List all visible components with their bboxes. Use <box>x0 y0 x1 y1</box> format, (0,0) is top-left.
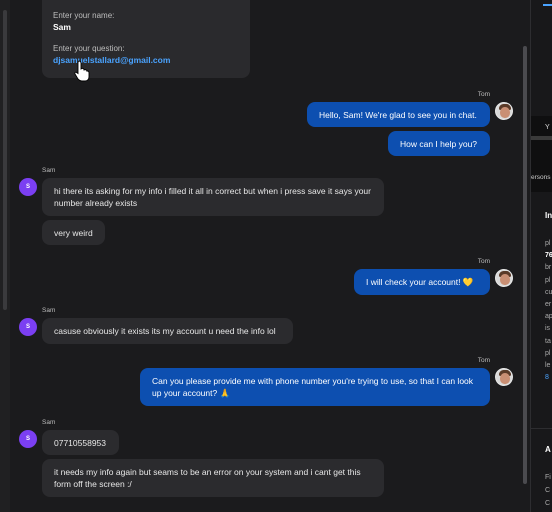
sender-name: Sam <box>42 167 56 174</box>
side-text-fragments: pl 76 br pl cu er ap is ta pl le 8 <box>545 240 552 382</box>
left-scrollbar-thumb[interactable] <box>3 10 7 310</box>
user-message-bubble: very weird <box>42 220 105 245</box>
sender-name: Sam <box>42 307 56 314</box>
right-side-panel: Y ersons In pl 76 br pl cu er ap is ta p… <box>530 0 552 512</box>
agent-avatar <box>495 368 513 386</box>
user-message-bubble: it needs my info again but seams to be a… <box>42 459 384 497</box>
active-tab-indicator <box>543 4 552 6</box>
sender-name: Sam <box>42 419 56 426</box>
agent-avatar <box>495 269 513 287</box>
user-message-bubble: 07710558953 <box>42 430 119 455</box>
hand-cursor-icon <box>74 60 90 82</box>
sender-name: Tom <box>477 357 490 364</box>
user-avatar: S <box>19 318 37 336</box>
side-heading: In <box>545 211 552 220</box>
name-label: Enter your name: <box>53 11 115 20</box>
agent-message-bubble: Can you please provide me with phone num… <box>140 368 490 406</box>
question-label: Enter your question: <box>53 44 125 53</box>
left-scrollbar[interactable] <box>0 0 10 512</box>
side-image-thumbnail: Y ersons <box>531 116 552 192</box>
side-text-fragments-2: Fi C C <box>545 474 551 507</box>
sender-name: Tom <box>477 91 490 98</box>
sender-name: Tom <box>477 258 490 265</box>
name-value: Sam <box>53 22 71 32</box>
agent-message-bubble: Hello, Sam! We're glad to see you in cha… <box>307 102 490 127</box>
side-heading-2: A <box>545 445 551 454</box>
chat-scrollbar-thumb[interactable] <box>523 46 527 484</box>
chat-scrollbar[interactable] <box>520 0 530 512</box>
chat-window: Enter your name: Sam Enter your question… <box>0 0 530 512</box>
agent-message-bubble: How can I help you? <box>388 131 490 156</box>
user-avatar: S <box>19 178 37 196</box>
user-message-bubble: casuse obviously it exists its my accoun… <box>42 318 293 344</box>
agent-avatar <box>495 102 513 120</box>
agent-message-bubble: I will check your account! 💛 <box>354 269 490 295</box>
user-avatar: S <box>19 430 37 448</box>
user-message-bubble: hi there its asking for my info i filled… <box>42 178 384 216</box>
